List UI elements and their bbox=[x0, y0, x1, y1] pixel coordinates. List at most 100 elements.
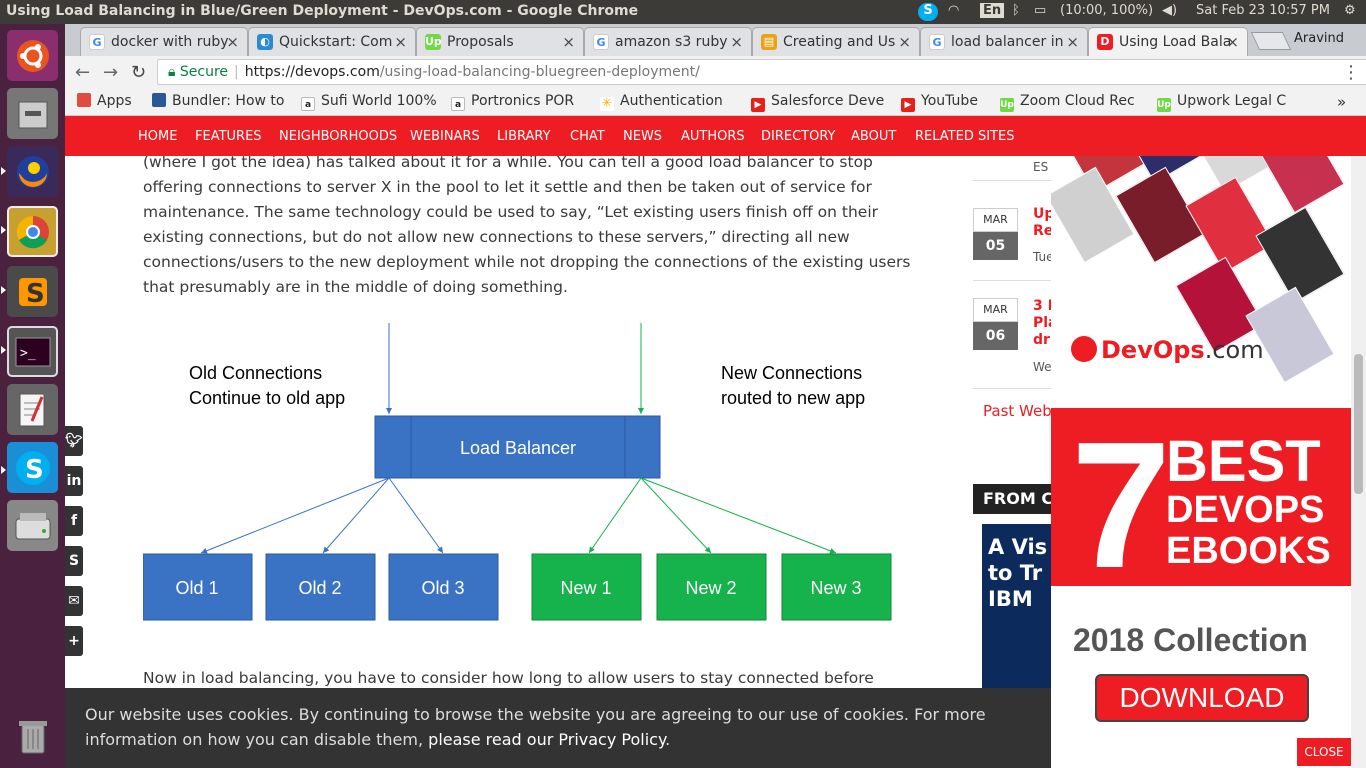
bookmark-apps[interactable]: Apps bbox=[77, 93, 157, 109]
bookmark-label: YouTube bbox=[921, 93, 978, 109]
skype-indicator-icon[interactable]: S bbox=[918, 3, 938, 21]
bookmark-authentication[interactable]: ✳ Authentication bbox=[600, 93, 737, 111]
battery-icon[interactable]: ▭ bbox=[1034, 3, 1046, 18]
stumbleupon-share-icon[interactable]: S bbox=[65, 546, 83, 576]
ad-collection: 2018 Collection bbox=[1073, 622, 1308, 658]
bookmark-label: Zoom Cloud Rec bbox=[1020, 93, 1135, 109]
back-arrow-icon[interactable]: ← bbox=[75, 62, 90, 83]
article-body: (where I got the idea) has talked about … bbox=[143, 150, 933, 300]
bookmark-upwork-legal[interactable]: Up Upwork Legal C bbox=[1157, 93, 1303, 112]
tab-quickstart[interactable]: ◐ Quickstart: Com × bbox=[248, 27, 416, 56]
profile-name[interactable]: Aravind bbox=[1294, 31, 1344, 46]
cookie-close-button[interactable]: CLOSE bbox=[1297, 738, 1351, 766]
clock[interactable]: Sat Feb 23 10:57 PM bbox=[1196, 3, 1330, 18]
google-favicon-icon: G bbox=[929, 34, 945, 50]
battery-status[interactable]: (10:00, 100%) bbox=[1060, 3, 1153, 18]
nav-news[interactable]: NEWS bbox=[623, 129, 662, 144]
article-paragraph: (where I got the idea) has talked about … bbox=[143, 153, 911, 296]
logo-text: Ops bbox=[1152, 336, 1205, 364]
nav-webinars[interactable]: WEBINARS bbox=[410, 129, 480, 144]
page-scrollbar[interactable] bbox=[1351, 116, 1366, 768]
privacy-policy-link[interactable]: please read our Privacy Policy bbox=[428, 730, 665, 749]
close-tab-icon[interactable]: × bbox=[394, 33, 407, 51]
nav-home[interactable]: HOME bbox=[138, 129, 177, 144]
bluetooth-icon[interactable]: ᛒ bbox=[1012, 3, 1020, 18]
more-bookmarks-chevron-icon[interactable]: » bbox=[1337, 93, 1346, 111]
files-icon[interactable] bbox=[7, 88, 58, 139]
nav-related-sites[interactable]: RELATED SITES bbox=[915, 129, 1014, 144]
cookie-text-end: . bbox=[665, 730, 671, 749]
sublime-text-icon[interactable]: S bbox=[7, 266, 58, 317]
close-tab-icon[interactable]: × bbox=[562, 33, 575, 51]
bookmark-portronics[interactable]: a Portronics POR bbox=[451, 93, 587, 111]
more-share-icon[interactable]: + bbox=[65, 626, 83, 656]
chrome-icon[interactable] bbox=[7, 206, 58, 257]
reload-icon[interactable]: ↻ bbox=[131, 62, 146, 83]
bookmark-youtube[interactable]: ▶ YouTube bbox=[901, 93, 1001, 112]
apps-grid-icon bbox=[77, 93, 91, 107]
close-tab-icon[interactable]: × bbox=[226, 33, 239, 51]
nav-about[interactable]: ABOUT bbox=[851, 129, 896, 144]
tab-using-load-balancing[interactable]: D Using Load Bala × bbox=[1088, 27, 1248, 56]
tab-amazon-s3-ruby[interactable]: Gamazon s3 ruby × bbox=[584, 27, 752, 56]
email-share-icon[interactable]: ✉ bbox=[65, 586, 83, 616]
address-bar[interactable]: 🔒︎ Secure | https://devops.com/using-load-… bbox=[157, 59, 1366, 85]
google-favicon-icon: G bbox=[89, 34, 105, 50]
close-tab-icon[interactable]: × bbox=[1226, 33, 1239, 51]
nav-features[interactable]: FEATURES bbox=[195, 129, 262, 144]
nav-authors[interactable]: AUTHORS bbox=[681, 129, 745, 144]
new-tab-button[interactable] bbox=[1250, 32, 1292, 50]
upwork-favicon-icon: Up bbox=[425, 34, 442, 50]
svg-text:>_: >_ bbox=[20, 346, 36, 361]
bookmark-salesforce[interactable]: ▶ Salesforce Deve bbox=[751, 93, 889, 112]
disk-icon[interactable] bbox=[7, 500, 58, 551]
bookmark-sufi-world[interactable]: a Sufi World 100% bbox=[301, 93, 437, 111]
close-tab-icon[interactable]: × bbox=[730, 33, 743, 51]
close-tab-icon[interactable]: × bbox=[898, 33, 911, 51]
skype-icon[interactable]: S bbox=[7, 442, 58, 493]
terminal-icon[interactable]: >_ bbox=[7, 326, 58, 377]
wifi-icon[interactable]: ◠ bbox=[948, 3, 959, 18]
os-top-panel: Using Load Balancing in Blue/Green Deplo… bbox=[0, 0, 1366, 24]
bookmark-bundler[interactable]: Bundler: How to bbox=[152, 93, 292, 109]
forward-arrow-icon[interactable]: → bbox=[103, 62, 118, 83]
quickstart-favicon-icon: ◐ bbox=[257, 34, 273, 50]
bookmark-zoom-cloud[interactable]: Up Zoom Cloud Rec bbox=[1000, 93, 1146, 112]
facebook-share-icon[interactable]: f bbox=[65, 506, 83, 536]
ibm-promo-image[interactable]: A Vis to Tr IBM bbox=[982, 524, 1053, 688]
tab-label: Proposals bbox=[447, 34, 514, 50]
ad-download-button[interactable]: DOWNLOAD bbox=[1095, 674, 1309, 722]
ibm-promo-text: A Vis to Tr IBM bbox=[988, 535, 1048, 611]
linkedin-share-icon[interactable]: in bbox=[65, 466, 83, 496]
firefox-icon[interactable] bbox=[7, 146, 58, 197]
text-editor-icon[interactable] bbox=[7, 384, 58, 435]
scrollbar-thumb[interactable] bbox=[1354, 354, 1363, 494]
nav-chat[interactable]: CHAT bbox=[570, 129, 605, 144]
tab-docker-with-ruby[interactable]: Gdocker with ruby × bbox=[80, 27, 248, 56]
window-title: Using Load Balancing in Blue/Green Deplo… bbox=[6, 3, 639, 19]
from-section-title: FROM C bbox=[983, 489, 1054, 508]
close-tab-icon[interactable]: × bbox=[1066, 33, 1079, 51]
settings-gear-icon[interactable]: ⚙ bbox=[1344, 3, 1356, 18]
event-day: 06 bbox=[973, 322, 1018, 350]
tab-label: Using Load Bala bbox=[1119, 34, 1232, 50]
keyboard-layout[interactable]: En bbox=[980, 3, 1005, 18]
chrome-menu-icon[interactable]: ⋮ bbox=[1342, 62, 1360, 83]
past-webinars-link[interactable]: Past Web bbox=[983, 402, 1052, 420]
tab-load-balancer[interactable]: Gload balancer in × bbox=[920, 27, 1088, 56]
nav-neighborhoods[interactable]: NEIGHBORHOODS bbox=[279, 129, 397, 144]
new-server-3-label: New 3 bbox=[810, 578, 861, 598]
tab-creating-and-using[interactable]: ▤ Creating and Us × bbox=[752, 27, 920, 56]
new-server-1-label: New 1 bbox=[560, 578, 611, 598]
site-navigation: HOME FEATURES NEIGHBORHOODS WEBINARS LIB… bbox=[65, 116, 1366, 156]
tab-proposals[interactable]: Up Proposals × bbox=[416, 27, 584, 56]
sidebar: ES MAR05 Up Re Tue MAR06 3 R Pla dri We … bbox=[973, 156, 1058, 768]
volume-icon[interactable]: ◀) bbox=[1162, 3, 1177, 18]
ubuntu-dash-icon[interactable] bbox=[7, 30, 58, 81]
twitter-share-icon[interactable]: 🐦︎ bbox=[65, 426, 83, 456]
trash-icon[interactable] bbox=[7, 710, 58, 761]
nav-library[interactable]: LIBRARY bbox=[497, 129, 551, 144]
devops-ebooks-ad[interactable]: DevOps.com 7 BEST DEVOPS EBOOKS 2018 Col… bbox=[1051, 116, 1351, 768]
logo-text: Dev bbox=[1101, 336, 1153, 364]
nav-directory[interactable]: DIRECTORY bbox=[761, 129, 835, 144]
